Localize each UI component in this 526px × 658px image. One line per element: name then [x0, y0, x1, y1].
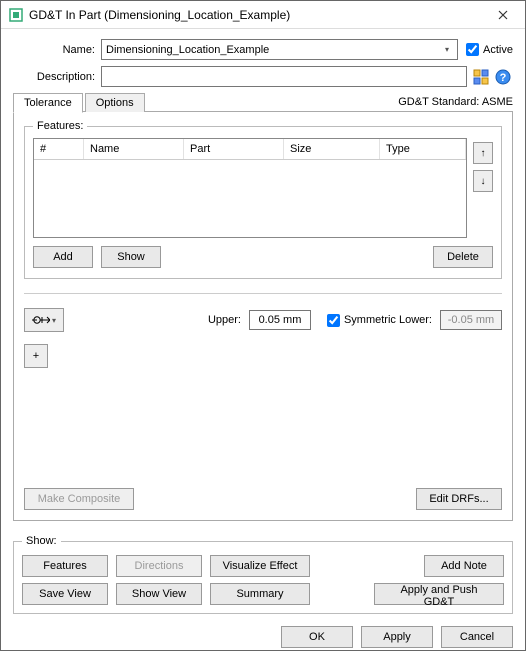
add-button[interactable]: Add — [33, 246, 93, 268]
delete-button[interactable]: Delete — [433, 246, 493, 268]
titlebar: GD&T In Part (Dimensioning_Location_Exam… — [1, 1, 525, 29]
help-icon[interactable]: ? — [493, 67, 513, 87]
gdt-standard-label: GD&T Standard: ASME — [398, 96, 513, 112]
move-down-button[interactable]: ↓ — [473, 170, 493, 192]
tab-options[interactable]: Options — [85, 93, 145, 112]
symmetric-lower-input[interactable] — [327, 314, 340, 327]
arrow-up-icon: ↑ — [481, 148, 486, 159]
show-features-button[interactable]: Features — [22, 555, 108, 577]
show-legend: Show: — [22, 535, 61, 547]
features-legend: Features: — [33, 120, 87, 132]
active-label: Active — [483, 44, 513, 56]
features-group: Features: # Name Part Size Type ↑ — [24, 120, 502, 279]
chevron-down-icon: ▾ — [52, 316, 56, 325]
cancel-button[interactable]: Cancel — [441, 626, 513, 648]
features-header: # Name Part Size Type — [34, 139, 466, 160]
chevron-down-icon: ▾ — [439, 42, 455, 57]
grid-settings-icon[interactable] — [471, 67, 491, 87]
tolerance-row: ▾ Upper: Symmetric Lower: — [24, 308, 502, 332]
form-area: Name: Dimensioning_Location_Example ▾ Ac… — [1, 29, 525, 529]
name-value: Dimensioning_Location_Example — [106, 44, 269, 56]
move-up-button[interactable]: ↑ — [473, 142, 493, 164]
summary-button[interactable]: Summary — [210, 583, 310, 605]
show-button[interactable]: Show — [101, 246, 161, 268]
tolerance-page: Features: # Name Part Size Type ↑ — [13, 112, 513, 521]
col-number[interactable]: # — [34, 139, 84, 159]
close-button[interactable] — [483, 2, 523, 28]
divider — [24, 293, 502, 294]
tolerance-symbol-dropdown[interactable]: ▾ — [24, 308, 64, 332]
make-composite-button: Make Composite — [24, 488, 134, 510]
dialog-buttons: OK Apply Cancel — [1, 622, 525, 658]
plus-icon: + — [33, 350, 39, 362]
lower-input — [440, 310, 502, 330]
visualize-effect-button[interactable]: Visualize Effect — [210, 555, 310, 577]
col-part[interactable]: Part — [184, 139, 284, 159]
svg-text:?: ? — [500, 72, 507, 84]
symmetric-lower-label: Symmetric Lower: — [344, 314, 432, 326]
window-title: GD&T In Part (Dimensioning_Location_Exam… — [29, 8, 483, 22]
col-type[interactable]: Type — [380, 139, 466, 159]
active-checkbox[interactable]: Active — [466, 43, 513, 56]
app-icon — [9, 8, 23, 22]
add-tolerance-button[interactable]: + — [24, 344, 48, 368]
directions-button: Directions — [116, 555, 202, 577]
symmetric-lower-checkbox[interactable]: Symmetric Lower: — [327, 314, 432, 327]
apply-button[interactable]: Apply — [361, 626, 433, 648]
apply-push-button[interactable]: Apply and Push GD&T — [374, 583, 504, 605]
arrow-down-icon: ↓ — [481, 176, 486, 187]
upper-label: Upper: — [208, 314, 241, 326]
runout-icon — [32, 313, 50, 327]
show-group: Show: Features Save View Directions Show… — [13, 535, 513, 614]
ok-button[interactable]: OK — [281, 626, 353, 648]
show-view-button[interactable]: Show View — [116, 583, 202, 605]
tabstrip: Tolerance Options GD&T Standard: ASME — [13, 93, 513, 112]
save-view-button[interactable]: Save View — [22, 583, 108, 605]
description-input[interactable] — [101, 66, 467, 87]
name-label: Name: — [13, 44, 101, 56]
features-table[interactable]: # Name Part Size Type — [33, 138, 467, 238]
description-label: Description: — [13, 71, 101, 83]
active-checkbox-input[interactable] — [466, 43, 479, 56]
add-note-button[interactable]: Add Note — [424, 555, 504, 577]
tab-tolerance[interactable]: Tolerance — [13, 93, 83, 113]
col-size[interactable]: Size — [284, 139, 380, 159]
name-combobox[interactable]: Dimensioning_Location_Example ▾ — [101, 39, 458, 60]
col-name[interactable]: Name — [84, 139, 184, 159]
upper-input[interactable] — [249, 310, 311, 330]
edit-drfs-button[interactable]: Edit DRFs... — [416, 488, 502, 510]
